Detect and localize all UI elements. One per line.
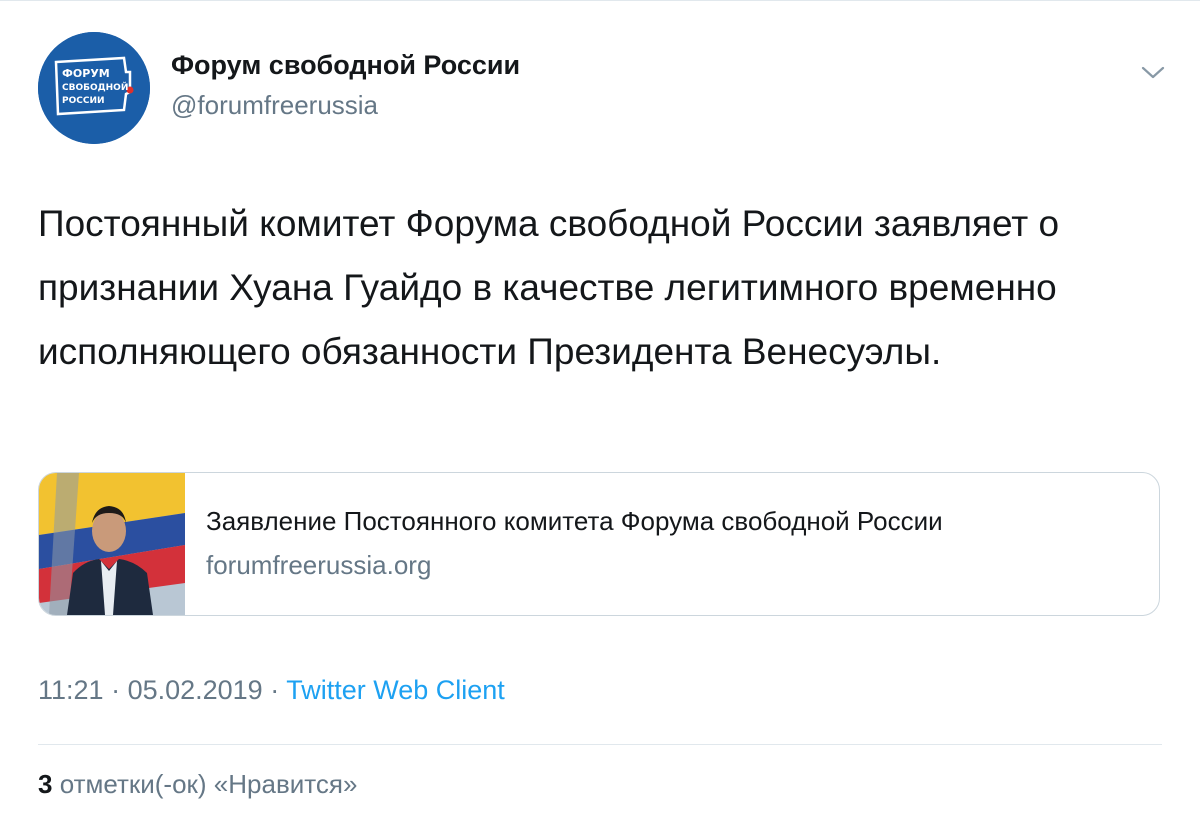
user-handle[interactable]: @forumfreerussia [171,90,378,121]
stats-divider [38,744,1162,745]
avatar-logo-line-1: ФОРУМ [62,67,110,80]
forum-logo-icon: ФОРУМ СВОБОДНОЙ РОССИИ [38,32,150,144]
avatar-logo-line-2: СВОБОДНОЙ [62,81,128,93]
display-name[interactable]: Форум свободной России [171,50,520,81]
chevron-down-icon [1141,66,1165,79]
link-card-thumbnail [39,473,185,615]
link-card[interactable]: Заявление Постоянного комитета Форума св… [38,472,1160,616]
tweet-metadata: 11:21 · 05.02.2019 · Twitter Web Client [38,675,505,706]
likes-label: отметки(-ок) «Нравится» [52,769,358,799]
meta-separator: · [262,675,287,705]
tweet-source-link[interactable]: Twitter Web Client [286,675,505,705]
top-divider [0,0,1200,1]
tweet-menu-button[interactable] [1138,60,1168,84]
likes-stat[interactable]: 3 отметки(-ок) «Нравится» [38,769,357,800]
likes-count: 3 [38,769,53,799]
tweet-time[interactable]: 11:21 [38,675,104,705]
avatar-logo-line-3: РОССИИ [62,96,105,106]
link-card-domain: forumfreerussia.org [206,550,432,580]
meta-separator: · [103,675,128,705]
tweet-date[interactable]: 05.02.2019 [128,675,263,705]
avatar[interactable]: ФОРУМ СВОБОДНОЙ РОССИИ [38,32,150,144]
tweet-text: Постоянный комитет Форума свободной Росс… [38,203,1060,372]
link-card-title: Заявление Постоянного комитета Форума св… [206,506,943,536]
